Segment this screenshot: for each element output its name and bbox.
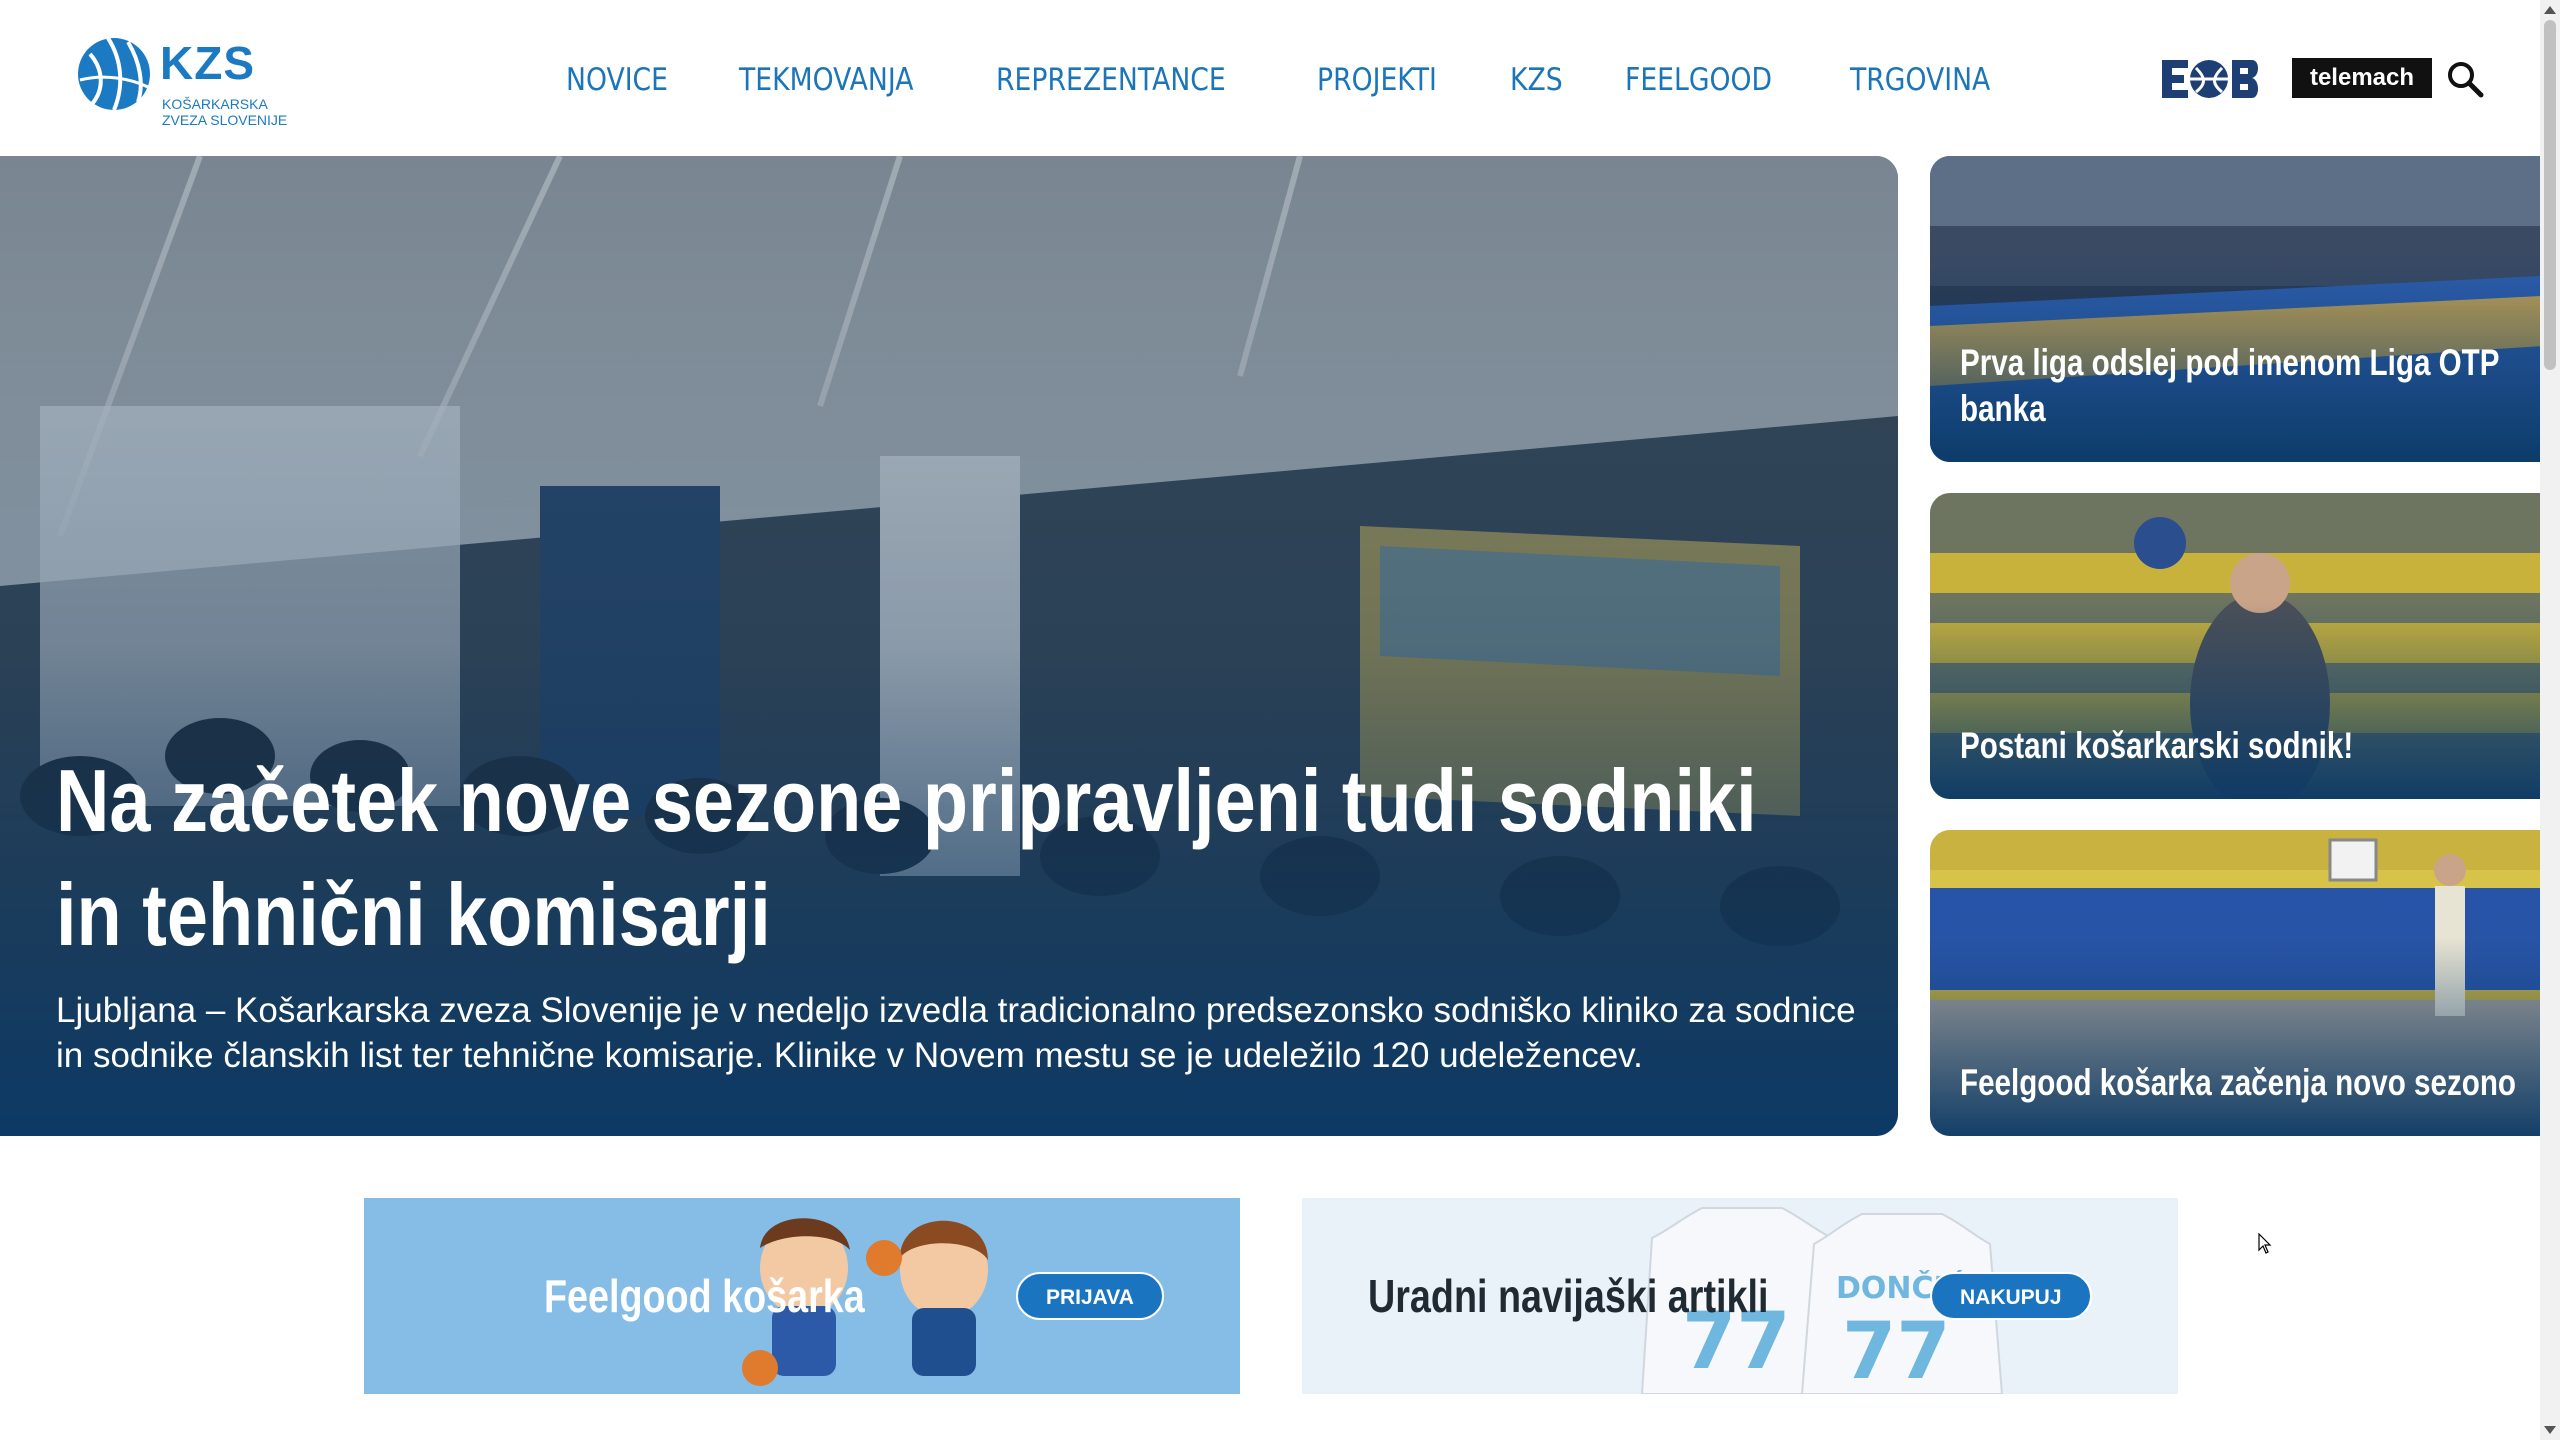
site-header: KZS KOŠARKARSKA ZVEZA SLOVENIJE NOVICE T… bbox=[0, 0, 2540, 156]
nav-item-feelgood[interactable]: FEELGOOD bbox=[1625, 52, 1772, 108]
nav-item-reprezentance[interactable]: REPREZENTANCE bbox=[996, 52, 1226, 108]
prijava-button[interactable]: PRIJAVA bbox=[1016, 1272, 1164, 1320]
merch-banner[interactable]: 77 DONČIĆ 77 Uradni navijaški artikli NA… bbox=[1302, 1198, 2178, 1394]
scroll-up-arrow-icon[interactable] bbox=[2544, 6, 2556, 14]
hero-excerpt: Ljubljana – Košarkarska zveza Slovenije … bbox=[56, 991, 1856, 1075]
feelgood-banner[interactable]: Feelgood košarka PRIJAVA bbox=[364, 1198, 1240, 1394]
eob-partner-logo[interactable] bbox=[2160, 56, 2258, 102]
scroll-thumb[interactable] bbox=[2544, 20, 2556, 370]
logo-title: KZS bbox=[160, 37, 255, 89]
nav-item-projekti[interactable]: PROJEKTI bbox=[1317, 52, 1437, 108]
nav-item-novice[interactable]: NOVICE bbox=[566, 52, 668, 108]
logo-subtitle: KOŠARKARSKA ZVEZA SLOVENIJE bbox=[162, 96, 288, 128]
nakupuj-button[interactable]: NAKUPUJ bbox=[1930, 1272, 2092, 1320]
hero-article[interactable]: Na začetek nove sezone pripravljeni tudi… bbox=[0, 156, 1898, 1136]
banner-title: Uradni navijaški artikli bbox=[1368, 1270, 1769, 1322]
basketball-logo-icon bbox=[78, 36, 151, 111]
telemach-partner-logo[interactable]: telemach bbox=[2292, 58, 2432, 98]
banner-title: Feelgood košarka bbox=[544, 1270, 865, 1322]
page-scrollbar[interactable] bbox=[2540, 0, 2560, 1440]
side-card-title[interactable]: Postani košarkarski sodnik! bbox=[1960, 723, 2536, 769]
main-nav: NOVICE TEKMOVANJA REPREZENTANCE PROJEKTI… bbox=[566, 52, 2013, 108]
side-card-title[interactable]: Prva liga odslej pod imenom Liga OTP ban… bbox=[1960, 340, 2536, 432]
scroll-down-arrow-icon[interactable] bbox=[2544, 1426, 2556, 1434]
mouse-cursor-icon bbox=[2258, 1233, 2272, 1254]
nav-item-kzs[interactable]: KZS bbox=[1510, 52, 1563, 108]
kzs-logo[interactable]: KZS KOŠARKARSKA ZVEZA SLOVENIJE bbox=[74, 30, 314, 130]
side-card-title[interactable]: Feelgood košarka začenja novo sezono bbox=[1960, 1060, 2536, 1106]
side-card-feelgood[interactable]: Feelgood košarka začenja novo sezono bbox=[1930, 830, 2542, 1136]
search-icon[interactable] bbox=[2446, 60, 2484, 98]
side-card-liga-otp[interactable]: Prva liga odslej pod imenom Liga OTP ban… bbox=[1930, 156, 2542, 462]
svg-text:77: 77 bbox=[1842, 1307, 1951, 1394]
side-card-sodnik[interactable]: Postani košarkarski sodnik! bbox=[1930, 493, 2542, 799]
hero-title[interactable]: Na začetek nove sezone pripravljeni tudi… bbox=[56, 744, 1820, 972]
nav-item-tekmovanja[interactable]: TEKMOVANJA bbox=[739, 52, 913, 108]
nav-item-trgovina[interactable]: TRGOVINA bbox=[1850, 52, 1990, 108]
